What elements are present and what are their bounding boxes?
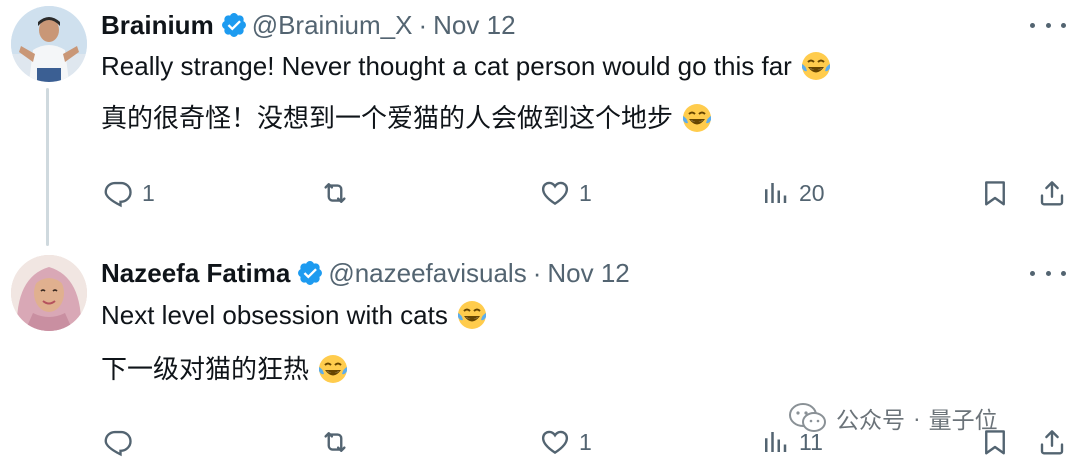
tweet-action-bar: 1 1 20 — [0, 173, 1080, 213]
tweet-date[interactable]: Nov 12 — [547, 258, 629, 289]
share-button[interactable] — [1037, 422, 1067, 461]
tweet-translation: 下一级对猫的狂热 — [101, 351, 349, 387]
wechat-icon — [789, 403, 826, 432]
more-options-icon[interactable] — [1030, 262, 1066, 284]
watermark: 公众号 · 量子位 — [788, 398, 998, 438]
views-icon — [765, 432, 787, 452]
tweet-header: Nazeefa Fatima @nazeefavisuals · Nov 12 — [101, 255, 630, 291]
header-separator: · — [418, 9, 428, 40]
tweet-text-english: Next level obsession with cats — [101, 300, 448, 330]
share-button[interactable] — [1037, 173, 1067, 213]
tweet-text: Really strange! Never thought a cat pers… — [101, 48, 832, 84]
more-options-icon[interactable] — [1030, 14, 1066, 36]
verified-badge-icon — [296, 259, 324, 287]
author-name[interactable]: Nazeefa Fatima — [101, 258, 290, 289]
retweet-button[interactable] — [320, 173, 359, 213]
retweet-icon — [324, 432, 346, 452]
avatar[interactable] — [11, 6, 87, 82]
retweet-button[interactable] — [320, 422, 359, 461]
tweet-text-english: Really strange! Never thought a cat pers… — [101, 51, 792, 81]
verified-badge-icon — [220, 11, 248, 39]
like-button[interactable]: 1 — [540, 422, 592, 461]
reply-count: 1 — [142, 179, 155, 206]
watermark-source: 公众号 — [836, 407, 905, 433]
face-with-tears-of-joy-emoji — [317, 353, 349, 385]
avatar[interactable] — [11, 255, 87, 331]
author-handle[interactable]: @nazeefavisuals — [328, 258, 526, 289]
reply-button[interactable]: 1 — [103, 173, 155, 213]
face-with-tears-of-joy-emoji — [800, 50, 832, 82]
face-with-tears-of-joy-emoji — [456, 299, 488, 331]
tweet: Brainium @Brainium_X · Nov 12 Really str… — [0, 0, 1080, 248]
reply-button[interactable] — [103, 422, 142, 461]
reply-thread: Brainium @Brainium_X · Nov 12 Really str… — [0, 0, 1080, 461]
like-count: 1 — [579, 179, 592, 206]
views-button[interactable]: 20 — [760, 173, 825, 213]
like-count: 1 — [579, 428, 592, 455]
tweet-translation: 真的很奇怪！没想到一个爱猫的人会做到这个地步 — [101, 100, 713, 136]
share-icon — [1040, 430, 1064, 455]
tweet-text-chinese: 下一级对猫的狂热 — [101, 354, 310, 384]
header-separator: · — [532, 257, 542, 288]
views-icon — [765, 183, 787, 203]
bookmark-icon — [985, 181, 1005, 206]
share-icon — [1040, 181, 1064, 206]
heart-icon — [541, 430, 569, 455]
heart-icon — [541, 181, 569, 206]
face-with-tears-of-joy-emoji — [681, 102, 713, 134]
author-handle[interactable]: @Brainium_X — [252, 10, 413, 41]
tweet-text: Next level obsession with cats — [101, 297, 488, 333]
watermark-separator: · — [913, 404, 921, 431]
author-name[interactable]: Brainium — [101, 10, 214, 41]
view-count: 20 — [799, 179, 825, 206]
reply-icon — [104, 181, 132, 208]
reply-icon — [104, 430, 132, 457]
tweet-text-chinese: 真的很奇怪！没想到一个爱猫的人会做到这个地步 — [101, 103, 674, 133]
like-button[interactable]: 1 — [540, 173, 592, 213]
bookmark-button[interactable] — [980, 173, 1010, 213]
thread-connector-line — [46, 88, 49, 246]
tweet-header: Brainium @Brainium_X · Nov 12 — [101, 7, 516, 43]
watermark-account: 量子位 — [928, 407, 998, 433]
tweet-date[interactable]: Nov 12 — [433, 10, 515, 41]
retweet-icon — [324, 183, 346, 203]
